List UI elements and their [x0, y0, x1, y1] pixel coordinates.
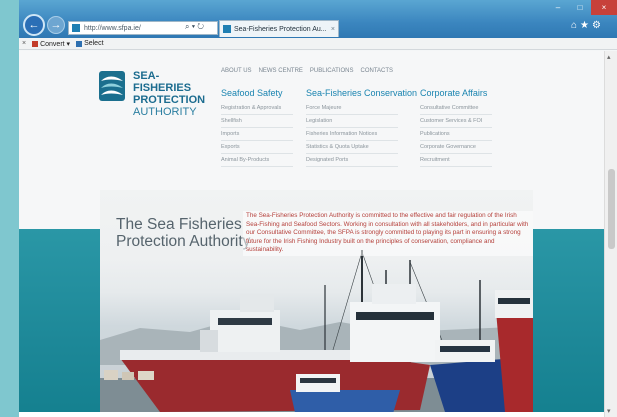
back-button[interactable]: ←	[23, 14, 45, 36]
nav-item[interactable]: Recruitment	[420, 154, 492, 167]
nav-item[interactable]: Registration & Approvals	[221, 102, 293, 115]
nav-item[interactable]: Exports	[221, 141, 293, 154]
nav-heading-seafood-safety[interactable]: Seafood Safety	[221, 88, 293, 98]
sfpa-logo[interactable]: SEA-FISHERIES PROTECTION AUTHORITY	[97, 67, 207, 118]
logo-line-1: SEA-FISHERIES	[133, 70, 192, 94]
forward-arrow-icon: →	[50, 19, 62, 31]
logo-text: SEA-FISHERIES PROTECTION AUTHORITY	[133, 70, 207, 118]
browser-window: ← → http://www.sfpa.ie/ ⌕ ▾ ↻ Sea-Fisher…	[19, 0, 617, 417]
nav-item[interactable]: Shellfish	[221, 115, 293, 128]
hero-bottom-strip	[19, 412, 604, 417]
pdf-convert-icon	[32, 40, 39, 47]
nav-item[interactable]: Fisheries Information Notices	[306, 128, 398, 141]
nav-item[interactable]: Customer Services & FOI	[420, 115, 492, 128]
hero-title: The Sea Fisheries Protection Authority	[116, 216, 251, 250]
logo-line-2: PROTECTION	[133, 94, 206, 106]
topnav-news-centre[interactable]: NEWS CENTRE	[259, 68, 303, 74]
select-button[interactable]: Select	[76, 40, 104, 47]
topnav-contacts[interactable]: CONTACTS	[360, 68, 393, 74]
tab-close-icon[interactable]: ×	[331, 26, 335, 33]
minimize-button[interactable]: –	[547, 0, 569, 15]
scroll-down-icon[interactable]: ▾	[607, 407, 611, 415]
nav-item[interactable]: Consultative Committee	[420, 102, 492, 115]
nav-item[interactable]: Publications	[420, 128, 492, 141]
nav-item[interactable]: Legislation	[306, 115, 398, 128]
home-favorites-settings-icons[interactable]: ⌂★⚙	[571, 20, 604, 31]
nav-item[interactable]: Animal By-Products	[221, 154, 293, 167]
scrollbar-thumb[interactable]	[608, 169, 615, 249]
site-favicon-icon	[72, 24, 80, 32]
maximize-button[interactable]: □	[569, 0, 591, 15]
browser-title-bar: ← → http://www.sfpa.ie/ ⌕ ▾ ↻ Sea-Fisher…	[19, 0, 617, 38]
topnav-publications[interactable]: PUBLICATIONS	[310, 68, 354, 74]
nav-item[interactable]: Designated Ports	[306, 154, 398, 167]
address-text: http://www.sfpa.ie/	[84, 24, 141, 32]
web-page: SEA-FISHERIES PROTECTION AUTHORITY ABOUT U…	[19, 51, 604, 417]
nav-column-seafood-safety: Seafood Safety Registration & Approvals …	[221, 88, 293, 167]
fish-wave-logo-icon	[99, 71, 125, 101]
tab-title: Sea-Fisheries Protection Au...	[234, 25, 327, 33]
address-tools[interactable]: ⌕ ▾ ↻	[185, 22, 204, 32]
hero-banner: The Sea Fisheries Protection Authority T…	[100, 190, 533, 417]
nav-column-corporate-affairs: Corporate Affairs Consultative Committee…	[420, 88, 492, 167]
back-arrow-icon: ←	[28, 19, 40, 31]
nav-column-sea-fisheries-conservation: Sea-Fisheries Conservation Force Majeure…	[306, 88, 417, 167]
hero-intro-text: The Sea-Fisheries Protection Authority i…	[243, 211, 533, 256]
command-bar-close-icon[interactable]: ×	[22, 40, 26, 47]
nav-item[interactable]: Force Majeure	[306, 102, 398, 115]
select-icon	[76, 40, 83, 47]
nav-item[interactable]: Corporate Governance	[420, 141, 492, 154]
nav-heading-sea-fisheries-conservation[interactable]: Sea-Fisheries Conservation	[306, 88, 417, 98]
nav-item[interactable]: Statistics & Quota Uptake	[306, 141, 398, 154]
browser-tab[interactable]: Sea-Fisheries Protection Au... ×	[219, 20, 339, 37]
topnav-about-us[interactable]: ABOUT US	[221, 68, 252, 74]
convert-label: Convert ▾	[40, 40, 71, 48]
logo-line-3: AUTHORITY	[133, 106, 197, 118]
convert-button[interactable]: Convert ▾	[32, 40, 70, 48]
tab-favicon-icon	[223, 25, 231, 33]
page-scrollbar[interactable]: ▴ ▾	[604, 51, 617, 417]
nav-item[interactable]: Imports	[221, 128, 293, 141]
scroll-up-icon[interactable]: ▴	[607, 53, 611, 61]
top-navigation: ABOUT US NEWS CENTRE PUBLICATIONS CONTAC…	[221, 68, 393, 74]
forward-button[interactable]: →	[47, 16, 65, 34]
nav-heading-corporate-affairs[interactable]: Corporate Affairs	[420, 88, 492, 98]
select-label: Select	[84, 40, 104, 47]
close-window-button[interactable]: ×	[591, 0, 617, 15]
command-bar: × Convert ▾ Select	[19, 38, 617, 50]
